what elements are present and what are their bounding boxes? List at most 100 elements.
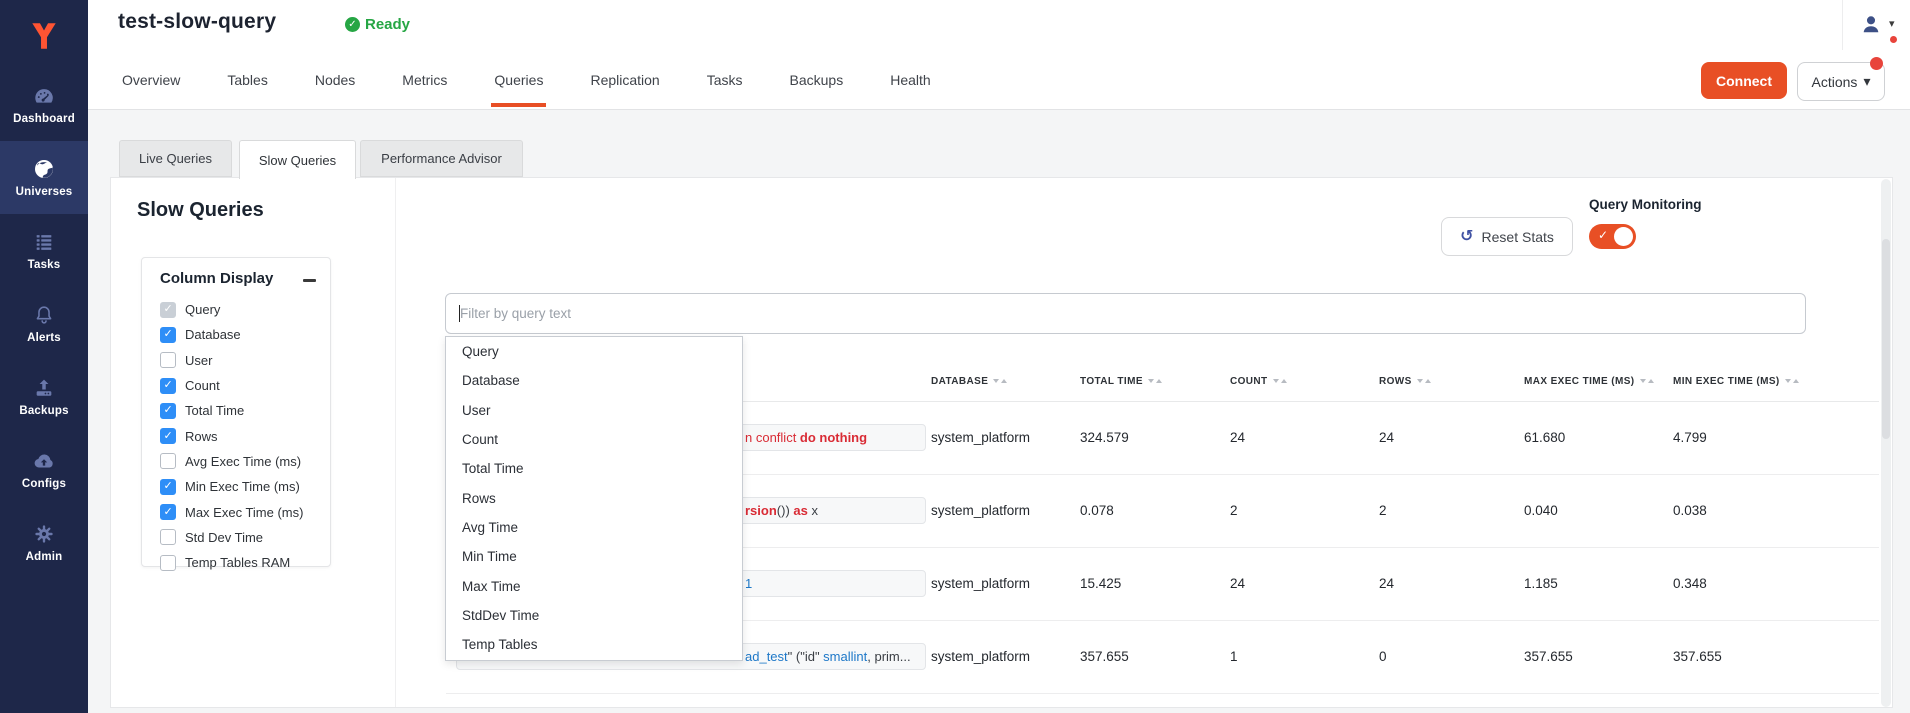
sidebar-item-backups[interactable]: Backups — [0, 360, 88, 433]
column-option-row[interactable]: Database — [142, 322, 330, 347]
column-option-row[interactable]: Std Dev Time — [142, 525, 330, 550]
column-dropdown-item[interactable]: Max Time — [446, 571, 742, 600]
count-cell: 24 — [1230, 401, 1245, 474]
scrollbar[interactable] — [1881, 179, 1891, 707]
sql-token: x — [808, 503, 818, 518]
sort-icon[interactable] — [1148, 379, 1162, 383]
checkbox[interactable] — [160, 504, 176, 520]
subtab-live-queries[interactable]: Live Queries — [119, 140, 232, 177]
column-option-label: Database — [185, 327, 241, 342]
universe-title: test-slow-query — [118, 10, 276, 34]
column-option-row[interactable]: Min Exec Time (ms) — [142, 474, 330, 499]
sidebar-item-universes[interactable]: Universes — [0, 141, 88, 214]
nav-tab-replication[interactable]: Replication — [590, 50, 659, 109]
check-circle-icon: ✓ — [345, 17, 360, 32]
toggle-knob — [1614, 227, 1633, 246]
chevron-down-icon[interactable]: ▾ — [1889, 17, 1895, 30]
sort-icon[interactable] — [993, 379, 1007, 383]
column-dropdown-item[interactable]: Count — [446, 425, 742, 454]
column-header-label: TOTAL TIME — [1080, 376, 1143, 387]
table-column-header[interactable]: MIN EXEC TIME (MS) — [1673, 361, 1799, 401]
subtab-slow-queries[interactable]: Slow Queries — [239, 140, 356, 179]
sort-icon[interactable] — [1417, 379, 1431, 383]
nav-tab-label: Queries — [494, 72, 543, 88]
checkbox[interactable] — [160, 403, 176, 419]
sort-icon[interactable] — [1785, 379, 1799, 383]
table-column-header[interactable]: COUNT — [1230, 361, 1287, 401]
collapse-minus-icon[interactable] — [303, 279, 316, 283]
nav-tabs: Overview Tables Nodes Metrics Queries Re… — [88, 50, 1910, 109]
checkbox[interactable] — [160, 378, 176, 394]
checkbox[interactable] — [160, 302, 176, 318]
sort-icon[interactable] — [1640, 379, 1654, 383]
column-dropdown-item[interactable]: StdDev Time — [446, 601, 742, 630]
reset-stats-button[interactable]: ↺ Reset Stats — [1441, 217, 1573, 256]
checkbox[interactable] — [160, 529, 176, 545]
scrollbar-thumb[interactable] — [1882, 239, 1890, 439]
sort-icon[interactable] — [1273, 379, 1287, 383]
nav-tab-tasks[interactable]: Tasks — [707, 50, 743, 109]
table-column-header[interactable]: TOTAL TIME — [1080, 361, 1162, 401]
panel-divider — [395, 178, 396, 707]
connect-button[interactable]: Connect — [1701, 62, 1787, 99]
column-option-label: Max Exec Time (ms) — [185, 505, 303, 520]
nav-tab-backups[interactable]: Backups — [790, 50, 844, 109]
count-cell: 1 — [1230, 620, 1238, 693]
column-option-row[interactable]: Avg Exec Time (ms) — [142, 449, 330, 474]
column-option-row[interactable]: Max Exec Time (ms) — [142, 499, 330, 524]
column-option-row[interactable]: Query — [142, 297, 330, 322]
user-avatar-icon[interactable] — [1860, 13, 1882, 40]
nav-tab-label: Tasks — [707, 72, 743, 88]
nav-tab-health[interactable]: Health — [890, 50, 930, 109]
column-dropdown-item[interactable]: Rows — [446, 483, 742, 512]
checkbox[interactable] — [160, 327, 176, 343]
column-option-row[interactable]: Total Time — [142, 398, 330, 423]
column-dropdown-item[interactable]: Min Time — [446, 542, 742, 571]
nav-tab-overview[interactable]: Overview — [122, 50, 180, 109]
checkbox[interactable] — [160, 453, 176, 469]
table-column-header[interactable]: ROWS — [1379, 361, 1431, 401]
checkbox[interactable] — [160, 428, 176, 444]
column-dropdown-item[interactable]: Database — [446, 366, 742, 395]
column-option-row[interactable]: Rows — [142, 423, 330, 448]
column-dropdown-item[interactable]: Avg Time — [446, 513, 742, 542]
min-exec-time-cell: 357.655 — [1673, 620, 1722, 693]
table-column-header[interactable]: MAX EXEC TIME (MS) — [1524, 361, 1654, 401]
column-header-label: MIN EXEC TIME (MS) — [1673, 376, 1780, 387]
query-monitoring-toggle[interactable]: ✓ — [1589, 224, 1636, 249]
rows-cell: 2 — [1379, 474, 1387, 547]
nav-tab-label: Nodes — [315, 72, 355, 88]
column-option-label: Query — [185, 302, 220, 317]
database-cell: system_platform — [931, 620, 1030, 693]
checkbox[interactable] — [160, 555, 176, 571]
checkbox[interactable] — [160, 479, 176, 495]
column-dropdown-item[interactable]: Temp Tables — [446, 630, 742, 659]
sidebar-item-admin[interactable]: Admin — [0, 506, 88, 579]
column-dropdown-item[interactable]: User — [446, 396, 742, 425]
query-filter-input[interactable] — [445, 293, 1806, 334]
slow-queries-panel: Slow Queries ↺ Reset Stats Query Monitor… — [110, 177, 1893, 708]
subtab-label: Live Queries — [139, 151, 212, 166]
sidebar-item-dashboard[interactable]: Dashboard — [0, 68, 88, 141]
min-exec-time-cell: 0.038 — [1673, 474, 1707, 547]
table-column-header[interactable]: DATABASE — [931, 361, 1007, 401]
subtab-performance-advisor[interactable]: Performance Advisor — [360, 140, 523, 177]
yugabyte-logo-icon[interactable] — [0, 0, 88, 68]
count-cell: 2 — [1230, 474, 1238, 547]
column-option-row[interactable]: Count — [142, 373, 330, 398]
sidebar-item-configs[interactable]: Configs — [0, 433, 88, 506]
nav-tab-tables[interactable]: Tables — [227, 50, 267, 109]
sidebar-item-alerts[interactable]: Alerts — [0, 287, 88, 360]
chevron-down-icon: ▾ — [1863, 73, 1870, 90]
checkbox[interactable] — [160, 352, 176, 368]
column-option-row[interactable]: Temp Tables RAM — [142, 550, 330, 575]
nav-tab-nodes[interactable]: Nodes — [315, 50, 355, 109]
sql-token: rsion — [745, 503, 777, 518]
column-option-row[interactable]: User — [142, 348, 330, 373]
sidebar-item-tasks[interactable]: Tasks — [0, 214, 88, 287]
nav-tab-queries[interactable]: Queries — [494, 50, 543, 109]
column-dropdown-item[interactable]: Query — [446, 337, 742, 366]
nav-tab-metrics[interactable]: Metrics — [402, 50, 447, 109]
column-dropdown-item[interactable]: Total Time — [446, 454, 742, 483]
sql-token: do nothing — [800, 430, 867, 445]
